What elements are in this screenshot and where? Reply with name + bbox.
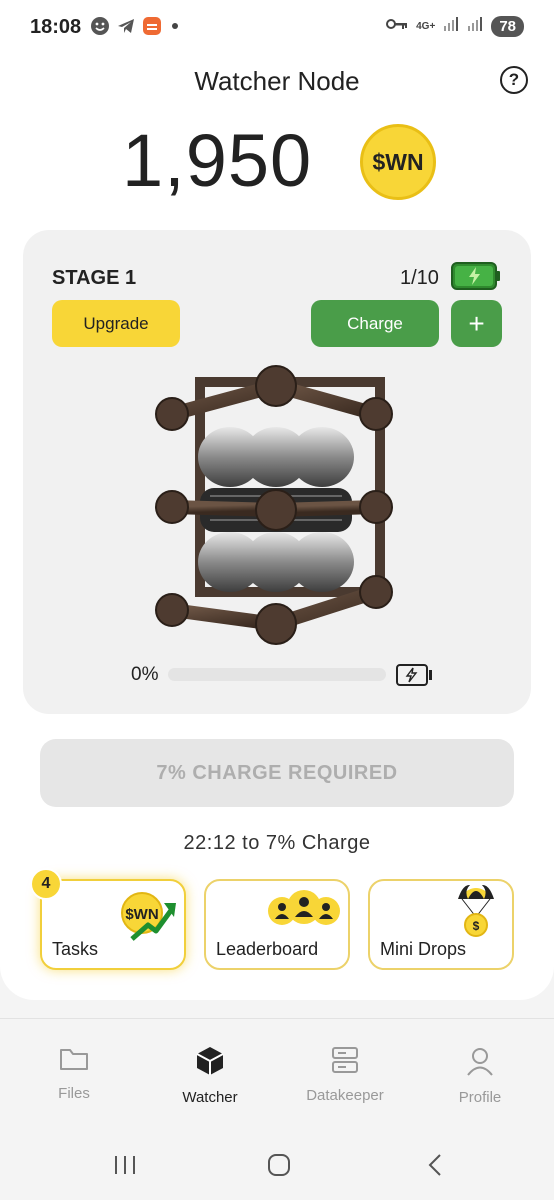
coin-growth-icon: $WN <box>118 889 178 946</box>
page-title: Watcher Node <box>194 66 360 96</box>
stage-count: 1/10 <box>400 267 439 289</box>
home-icon[interactable] <box>264 1150 294 1180</box>
mini-drops-tile[interactable]: $ Mini Drops <box>368 879 514 970</box>
notification-dot-icon <box>172 23 178 29</box>
tasks-label: Tasks <box>52 939 99 959</box>
status-time: 18:08 <box>30 16 82 38</box>
battery-bolt-icon <box>396 664 434 686</box>
charge-button[interactable]: Charge <box>311 300 439 347</box>
nav-label-datakeeper: Datakeeper <box>306 1087 384 1104</box>
battery-charging-icon <box>451 262 501 290</box>
signal-icon <box>467 16 483 37</box>
nav-label-watcher: Watcher <box>182 1089 238 1106</box>
tasks-tile[interactable]: $WN Tasks <box>40 879 186 970</box>
nav-label-files: Files <box>58 1085 90 1102</box>
leaderboard-tile[interactable]: Leaderboard <box>204 879 350 970</box>
nav-item-files[interactable]: Files <box>19 1046 129 1102</box>
nav-item-watcher[interactable]: Watcher <box>155 1046 265 1106</box>
help-button[interactable]: ? <box>500 66 528 94</box>
back-icon[interactable] <box>420 1150 450 1180</box>
users-group-icon <box>264 889 344 934</box>
signal-icon <box>443 16 459 37</box>
recent-apps-icon[interactable] <box>110 1150 140 1180</box>
network-type: 4G+ <box>416 20 436 32</box>
nav-item-datakeeper[interactable]: Datakeeper <box>290 1046 400 1104</box>
key-icon <box>386 17 408 36</box>
smiley-icon <box>90 16 110 36</box>
folder-icon <box>59 1046 89 1077</box>
airdrop-parachute-icon: $ <box>456 881 496 942</box>
nav-label-profile: Profile <box>458 1089 502 1106</box>
server-icon <box>330 1046 360 1079</box>
charge-required-button[interactable]: 7% CHARGE REQUIRED <box>40 739 514 807</box>
nav-item-profile[interactable]: Profile <box>425 1046 535 1106</box>
token-coin-icon: $WN <box>360 124 436 200</box>
drops-coin-text: $ <box>473 919 480 933</box>
tasks-coin-text: $WN <box>125 906 158 923</box>
person-icon <box>465 1046 495 1081</box>
status-left-icons <box>90 16 178 36</box>
mini-drops-label: Mini Drops <box>380 939 467 959</box>
battery-level: 78 <box>491 16 524 37</box>
balance-amount: 1,950 <box>122 119 313 202</box>
telegram-icon <box>116 16 136 36</box>
charge-percent: 0% <box>131 664 159 685</box>
leaderboard-label: Leaderboard <box>216 939 319 959</box>
status-right: 4G+ 78 <box>386 16 524 37</box>
cube-icon <box>195 1046 225 1081</box>
upgrade-button[interactable]: Upgrade <box>52 300 180 347</box>
stage-label: STAGE 1 <box>52 267 137 289</box>
app-icon <box>142 16 162 36</box>
watcher-node-image <box>150 362 402 647</box>
tasks-badge: 4 <box>30 868 62 900</box>
charge-progress-bar <box>168 668 386 681</box>
charge-countdown: 22:12 to 7% Charge <box>183 832 371 854</box>
add-charge-button[interactable]: + <box>451 300 502 347</box>
